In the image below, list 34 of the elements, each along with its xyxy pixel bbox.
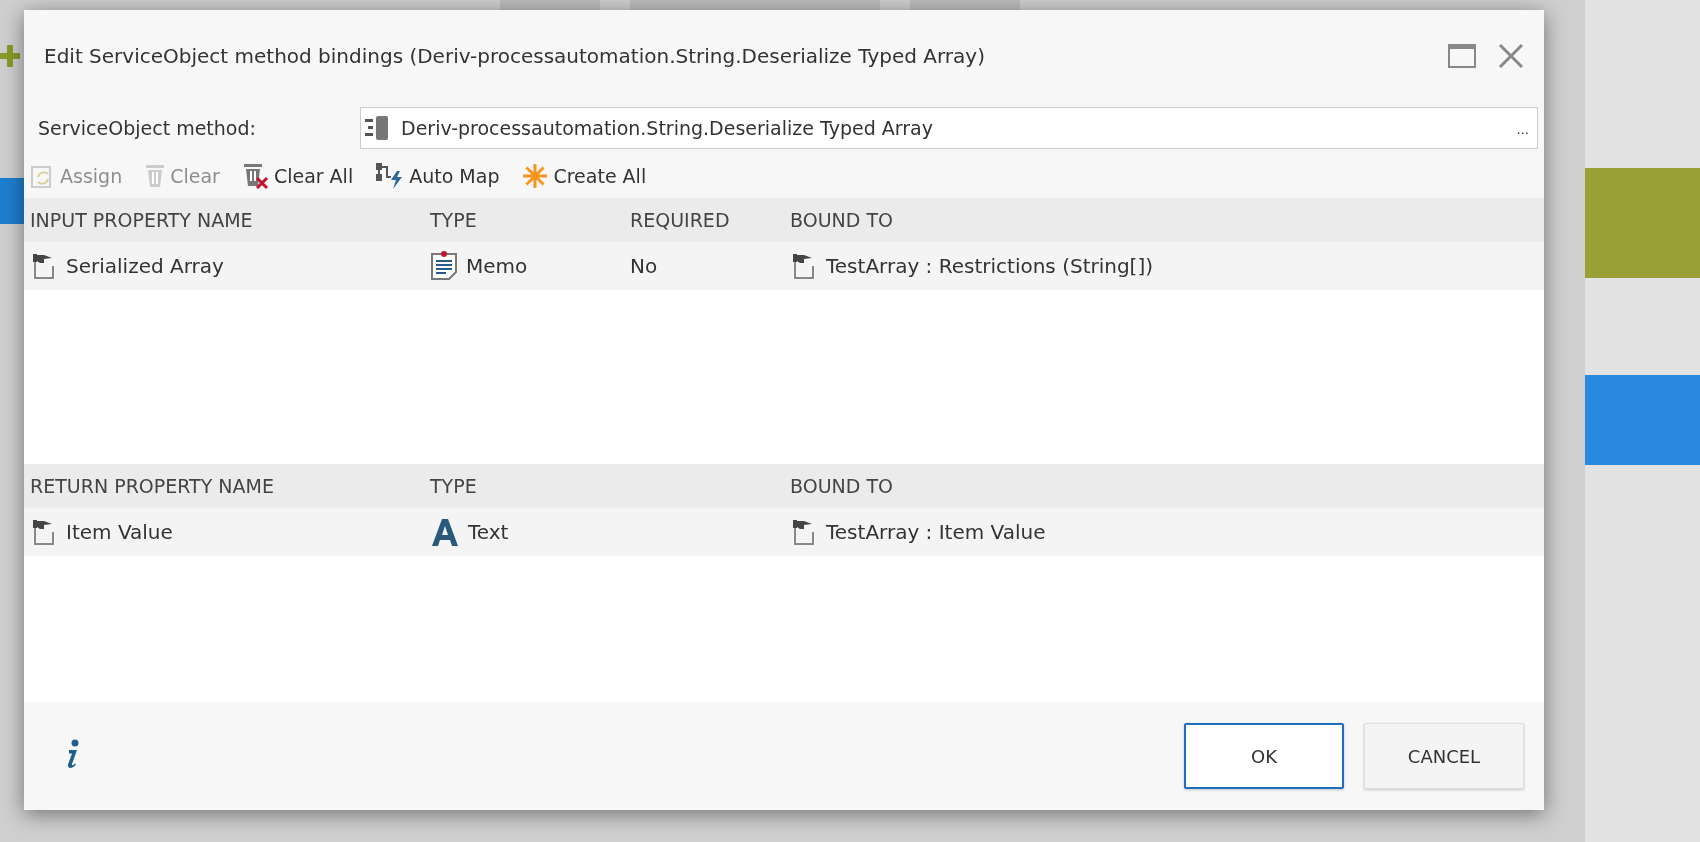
column-header: BOUND TO <box>790 209 894 231</box>
column-header: TYPE <box>430 475 478 497</box>
maximize-button[interactable] <box>1448 44 1476 68</box>
toolbar-button[interactable]: Create All <box>521 162 647 190</box>
column-header: TYPE <box>430 209 478 231</box>
column-header: REQUIRED <box>630 209 731 231</box>
property-name: Serialized Array <box>66 254 224 278</box>
type-name: Text <box>468 520 509 544</box>
cancel-button[interactable]: CANCEL <box>1364 723 1524 789</box>
required-value: No <box>630 254 658 278</box>
table-row[interactable]: Item Value Text TestArray : Item Value <box>24 508 1544 556</box>
type-name: Memo <box>466 254 528 278</box>
property-name: Item Value <box>66 520 173 544</box>
close-button[interactable] <box>1498 43 1524 69</box>
method-field[interactable]: Deriv-processautomation.String.Deserialize Typed Array ... <box>360 107 1538 149</box>
table-row[interactable]: Serialized Array Memo No TestArray : Restrictions (String[]) <box>24 242 1544 290</box>
ok-button[interactable]: OK <box>1184 723 1344 789</box>
asterisk-icon <box>521 162 550 190</box>
field-label: ServiceObject method: <box>38 117 257 139</box>
dialog-title: Edit ServiceObject method bindings (Deriv-processautomation.String.Deserialize Typed Array) <box>44 44 986 68</box>
bound-to-value: TestArray : Restrictions (String[]) <box>826 254 1154 278</box>
trash-x-icon <box>241 162 270 190</box>
toolbar-button[interactable]: Clear All <box>241 162 354 190</box>
toolbar-button[interactable]: Auto Map <box>375 162 500 190</box>
document-lines-icon <box>430 251 458 281</box>
browse-button[interactable]: ... <box>1516 119 1529 137</box>
column-header: BOUND TO <box>790 475 894 497</box>
letter-a-icon <box>430 517 460 547</box>
column-header: INPUT PROPERTY NAME <box>30 209 254 231</box>
trash-icon <box>144 163 167 189</box>
column-header: RETURN PROPERTY NAME <box>30 475 275 497</box>
field-value: Deriv-processautomation.String.Deserialize Typed Array <box>401 117 934 139</box>
bound-to-value: TestArray : Item Value <box>826 520 1046 544</box>
method-icon <box>365 115 391 141</box>
